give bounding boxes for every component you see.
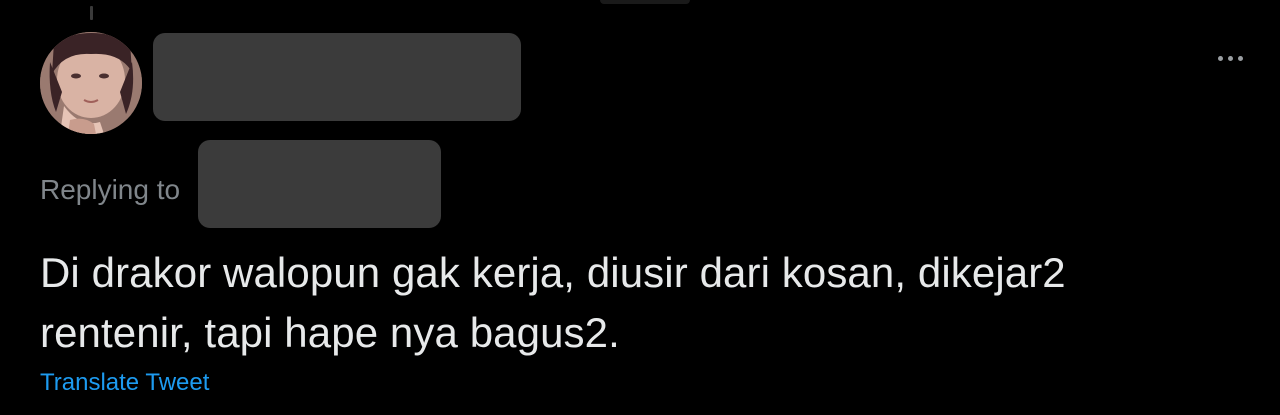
replying-to-label: Replying to [40,174,181,205]
more-horizontal-icon[interactable] [1208,46,1252,70]
tweet-reply[interactable]: Replying to Di drakor walopun gak kerja,… [0,0,1280,415]
tweet-text: Di drakor walopun gak kerja, diusir dari… [40,243,1250,363]
translate-tweet-link[interactable]: Translate Tweet [40,367,209,399]
display-name-redacted [153,33,521,121]
more-dot [1237,55,1243,61]
reply-handle-redacted[interactable] [198,140,441,228]
top-divider [600,0,690,4]
avatar-image [40,32,142,134]
more-dot [1217,55,1223,61]
tweet-text-line: Di drakor walopun gak kerja, diusir dari… [40,249,1066,296]
avatar[interactable] [40,32,142,134]
tweet-text-line: rentenir, tapi hape nya bagus2. [40,309,620,356]
more-dot [1227,55,1233,61]
thread-connector-line [90,6,93,20]
